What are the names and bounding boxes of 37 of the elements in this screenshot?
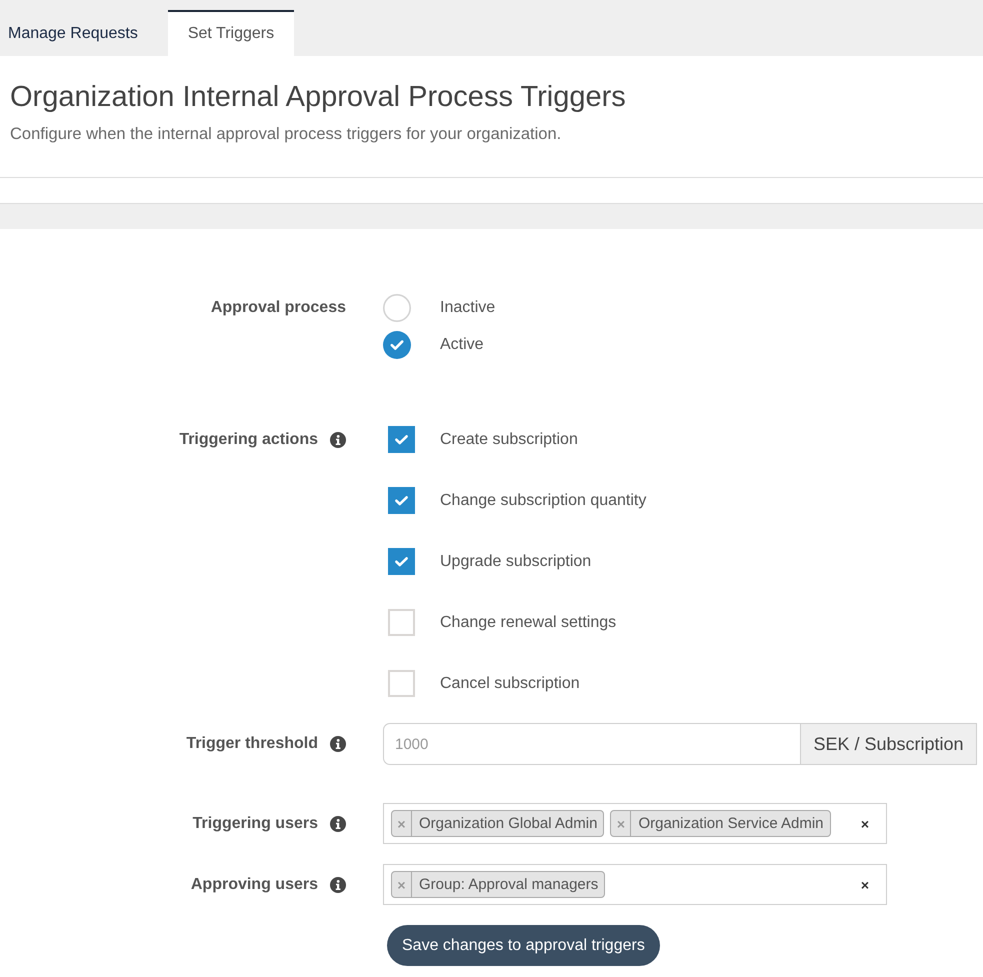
tab[interactable]: Manage Requests xyxy=(0,10,160,56)
info-icon[interactable] xyxy=(330,736,346,752)
page-subtitle: Configure when the internal approval process triggers for your organization. xyxy=(10,124,562,144)
info-icon[interactable] xyxy=(330,816,346,832)
threshold-input[interactable]: 1000 xyxy=(383,723,800,765)
field-label: Triggering actions xyxy=(179,430,318,448)
radio-button[interactable] xyxy=(383,331,411,359)
tab[interactable]: Set Triggers xyxy=(168,10,294,56)
option-label[interactable]: Inactive xyxy=(440,299,496,317)
checkbox[interactable] xyxy=(388,548,415,575)
option-label[interactable]: Cancel subscription xyxy=(440,674,580,692)
tag-label: Organization Global Admin xyxy=(418,814,598,834)
option-label[interactable]: Active xyxy=(440,336,484,354)
unit-addon: SEK / Subscription xyxy=(800,723,977,765)
tag-label: Group: Approval managers xyxy=(418,875,600,895)
radio-button[interactable] xyxy=(383,294,411,322)
tag-input-field[interactable]: × Group: Approval managers × xyxy=(383,864,887,905)
info-icon[interactable] xyxy=(330,876,346,892)
save-button[interactable]: Save changes to approval triggers xyxy=(387,925,660,966)
field-label: Approval process xyxy=(210,299,346,317)
tag-label: Organization Service Admin xyxy=(637,814,825,834)
field-label: Triggering users xyxy=(192,814,318,832)
checkbox[interactable] xyxy=(388,426,415,453)
tag-input-field[interactable]: × Organization Global Admin × Organization Service Admin × xyxy=(383,803,887,844)
checkbox[interactable] xyxy=(388,670,415,697)
field-label: Trigger threshold xyxy=(186,735,318,753)
option-label[interactable]: Create subscription xyxy=(440,430,578,448)
option-label[interactable]: Change subscription quantity xyxy=(440,492,646,510)
clear-button[interactable]: × xyxy=(856,816,873,832)
info-icon[interactable] xyxy=(330,432,346,448)
checkbox[interactable] xyxy=(388,609,415,636)
checkbox[interactable] xyxy=(388,487,415,514)
option-label[interactable]: Change renewal settings xyxy=(440,614,616,632)
field-label: Approving users xyxy=(190,876,318,894)
page-title: Organization Internal Approval Process Triggers xyxy=(10,81,627,113)
clear-button[interactable]: × xyxy=(856,876,873,892)
option-label[interactable]: Upgrade subscription xyxy=(440,552,592,570)
